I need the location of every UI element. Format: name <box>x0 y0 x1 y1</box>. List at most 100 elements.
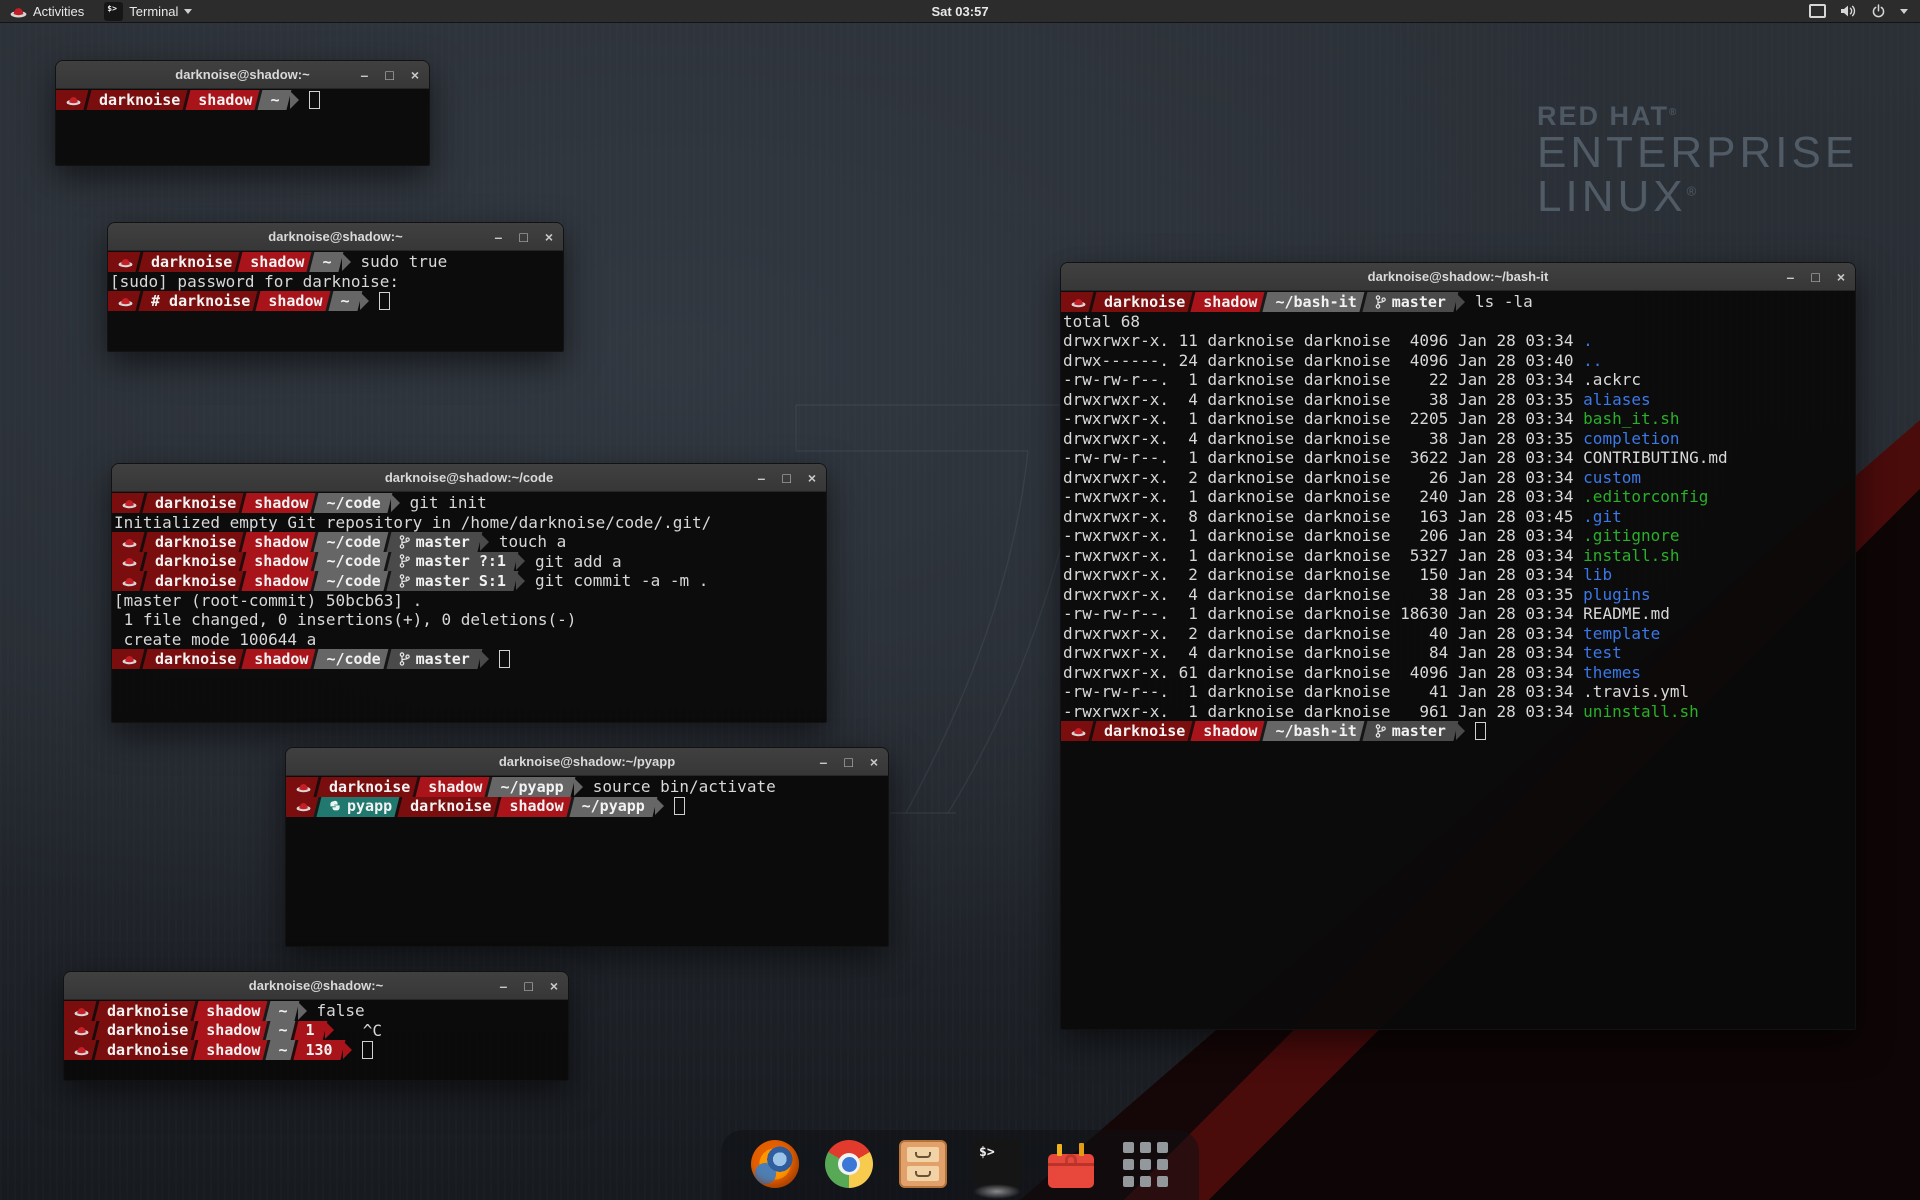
prompt-line: darknoiseshadow~/code master <box>114 649 826 669</box>
prompt-segment: darknoise <box>142 571 246 591</box>
prompt-segment: darknoise <box>1091 292 1195 312</box>
clock[interactable]: Sat 03:57 <box>0 4 1920 19</box>
terminal-content[interactable]: darknoiseshadow~sudo true[sudo] password… <box>108 251 563 351</box>
prompt-line: darknoiseshadow~/pyappsource bin/activat… <box>288 777 888 797</box>
focused-app-label: Terminal <box>129 4 178 19</box>
output-line: drwxrwxr-x. 2 darknoise darknoise 150 Ja… <box>1063 565 1855 585</box>
close-button[interactable]: × <box>870 755 878 769</box>
titlebar[interactable]: darknoise@shadow:~ – □ × <box>56 61 429 89</box>
close-button[interactable]: × <box>411 68 419 82</box>
redhat-hat-icon <box>118 256 133 268</box>
maximize-button[interactable]: □ <box>1811 270 1819 284</box>
titlebar[interactable]: darknoise@shadow:~/bash-it – □ × <box>1061 263 1855 291</box>
prompt-segment: shadow <box>193 1040 270 1060</box>
prompt-segment: darknoise <box>397 797 501 817</box>
filename: .. <box>1583 351 1602 370</box>
branch-segment: master ?:1 <box>386 552 516 572</box>
maximize-button[interactable]: □ <box>782 471 790 485</box>
filename: .gitignore <box>1583 526 1679 545</box>
filename: uninstall.sh <box>1583 702 1699 721</box>
branch-segment: master S:1 <box>386 571 516 591</box>
titlebar[interactable]: darknoise@shadow:~/pyapp – □ × <box>286 748 888 776</box>
output-line: drwxrwxr-x. 4 darknoise darknoise 38 Jan… <box>1063 390 1855 410</box>
activities-label: Activities <box>33 4 84 19</box>
firefox-icon[interactable] <box>751 1140 799 1188</box>
focused-app-menu[interactable]: $> Terminal <box>94 0 202 22</box>
filename: .git <box>1583 507 1622 526</box>
output-line: -rwxrwxr-x. 1 darknoise darknoise 961 Ja… <box>1063 702 1855 722</box>
prompt-segment: shadow <box>237 252 314 272</box>
output-line: total 68 <box>1063 312 1855 332</box>
maximize-button[interactable]: □ <box>385 68 393 82</box>
prompt-segment: ~/code <box>313 571 390 591</box>
system-menu-caret-icon <box>1900 9 1908 14</box>
prompt-line: darknoiseshadow~sudo true <box>110 252 563 272</box>
output-line: -rwxrwxr-x. 1 darknoise darknoise 2205 J… <box>1063 409 1855 429</box>
activities-button[interactable]: Activities <box>0 0 94 22</box>
redhat-hat-icon <box>122 575 137 587</box>
minimize-button[interactable]: – <box>500 979 508 993</box>
command-text: source bin/activate <box>593 777 776 796</box>
git-branch-icon <box>399 535 410 549</box>
terminal-cursor <box>379 292 390 310</box>
terminal-content[interactable]: darknoiseshadow~/codegit initInitialized… <box>112 492 826 722</box>
terminal-cursor <box>1475 722 1486 740</box>
output-line: Initialized empty Git repository in /hom… <box>114 513 826 533</box>
terminal-window-home-small: darknoise@shadow:~ – □ × darknoiseshadow… <box>55 60 430 166</box>
prompt-segment: ~ <box>257 90 289 110</box>
output-line: drwxrwxr-x. 4 darknoise darknoise 38 Jan… <box>1063 429 1855 449</box>
close-button[interactable]: × <box>545 230 553 244</box>
close-button[interactable]: × <box>550 979 558 993</box>
git-branch-icon <box>399 574 410 588</box>
output-line: drwx------. 24 darknoise darknoise 4096 … <box>1063 351 1855 371</box>
terminal-dock-icon[interactable]: $> <box>973 1140 1021 1188</box>
prompt-line: darknoiseshadow~/code mastertouch a <box>114 532 826 552</box>
terminal-content[interactable]: darknoiseshadow~/pyappsource bin/activat… <box>286 776 888 946</box>
prompt-line: darknoiseshadow~/code master ?:1git add … <box>114 552 826 572</box>
minimize-button[interactable]: – <box>820 755 828 769</box>
dock: $> <box>721 1130 1199 1200</box>
redhat-hat-icon <box>296 800 311 812</box>
filename: lib <box>1583 565 1612 584</box>
filename: aliases <box>1583 390 1650 409</box>
redhat-hat-icon <box>1071 725 1086 737</box>
file-manager-icon[interactable] <box>899 1140 947 1188</box>
command-text: touch a <box>499 532 566 551</box>
prompt-segment: darknoise <box>316 777 420 797</box>
minimize-button[interactable]: – <box>758 471 766 485</box>
redhat-logo-icon <box>10 5 27 18</box>
redhat-hat-icon <box>122 497 137 509</box>
close-button[interactable]: × <box>808 471 816 485</box>
output-line: 1 file changed, 0 insertions(+), 0 delet… <box>114 610 826 630</box>
close-button[interactable]: × <box>1837 270 1845 284</box>
titlebar[interactable]: darknoise@shadow:~ – □ × <box>108 223 563 251</box>
titlebar[interactable]: darknoise@shadow:~ – □ × <box>64 972 568 1000</box>
maximize-button[interactable]: □ <box>524 979 532 993</box>
watermark-redhat: RED HAT <box>1537 101 1669 131</box>
filename: template <box>1583 624 1660 643</box>
output-line: drwxrwxr-x. 4 darknoise darknoise 38 Jan… <box>1063 585 1855 605</box>
chrome-icon[interactable] <box>825 1140 873 1188</box>
maximize-button[interactable]: □ <box>844 755 852 769</box>
terminal-content[interactable]: darknoiseshadow~/bash-it masterls -latot… <box>1061 291 1855 1029</box>
titlebar[interactable]: darknoise@shadow:~/code – □ × <box>112 464 826 492</box>
terminal-content[interactable]: darknoiseshadow~ <box>56 89 429 165</box>
filename: test <box>1583 643 1622 662</box>
system-status-area[interactable] <box>1809 0 1920 22</box>
prompt-segment: ~/pyapp <box>487 777 573 797</box>
output-line: [master (root-commit) 50bcb63] . <box>114 591 826 611</box>
toolbox-icon[interactable] <box>1047 1140 1095 1188</box>
minimize-button[interactable]: – <box>495 230 503 244</box>
window-title: darknoise@shadow:~/bash-it <box>1368 269 1549 284</box>
terminal-content[interactable]: darknoiseshadow~false darknoiseshadow~1 … <box>64 1000 568 1080</box>
redhat-hat-icon <box>74 1005 89 1017</box>
command-text: false <box>317 1001 365 1020</box>
minimize-button[interactable]: – <box>1787 270 1795 284</box>
app-grid-icon[interactable] <box>1121 1140 1169 1188</box>
prompt-segment: shadow <box>241 571 318 591</box>
prompt-line: darknoiseshadow~/bash-it master <box>1063 721 1855 741</box>
minimize-button[interactable]: – <box>361 68 369 82</box>
prompt-arrow <box>342 253 351 271</box>
maximize-button[interactable]: □ <box>519 230 527 244</box>
terminal-cursor <box>309 91 320 109</box>
